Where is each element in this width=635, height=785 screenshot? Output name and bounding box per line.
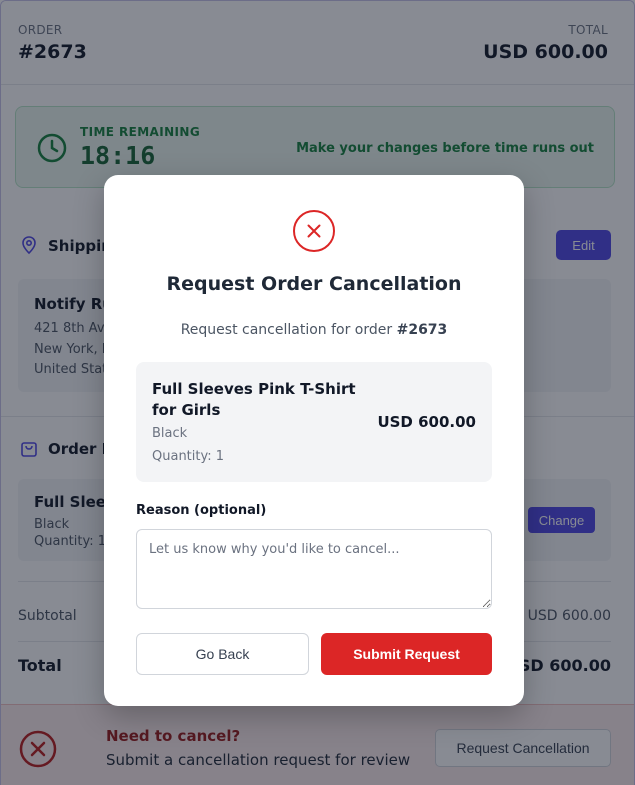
reason-textarea[interactable]	[136, 529, 492, 609]
modal-item-quantity: Quantity: 1	[152, 449, 225, 464]
modal-order-number: #2673	[396, 322, 448, 338]
submit-request-button[interactable]: Submit Request	[321, 633, 492, 675]
cancellation-modal: Request Order Cancellation Request cance…	[104, 175, 524, 706]
modal-subtitle: Request cancellation for order #2673	[104, 322, 524, 338]
modal-item-card: Full Sleeves Pink T-Shirt for Girls Blac…	[136, 362, 492, 482]
modal-item-price: USD 600.00	[377, 413, 476, 431]
modal-title: Request Order Cancellation	[166, 273, 462, 295]
modal-item-name: Full Sleeves Pink T-Shirt for Girls	[152, 380, 356, 419]
modal-subtitle-text: Request cancellation for order	[180, 322, 397, 338]
go-back-button[interactable]: Go Back	[136, 633, 309, 675]
reason-label: Reason (optional)	[136, 503, 267, 518]
close-circle-icon	[293, 210, 335, 252]
modal-item-color: Black	[152, 426, 188, 441]
